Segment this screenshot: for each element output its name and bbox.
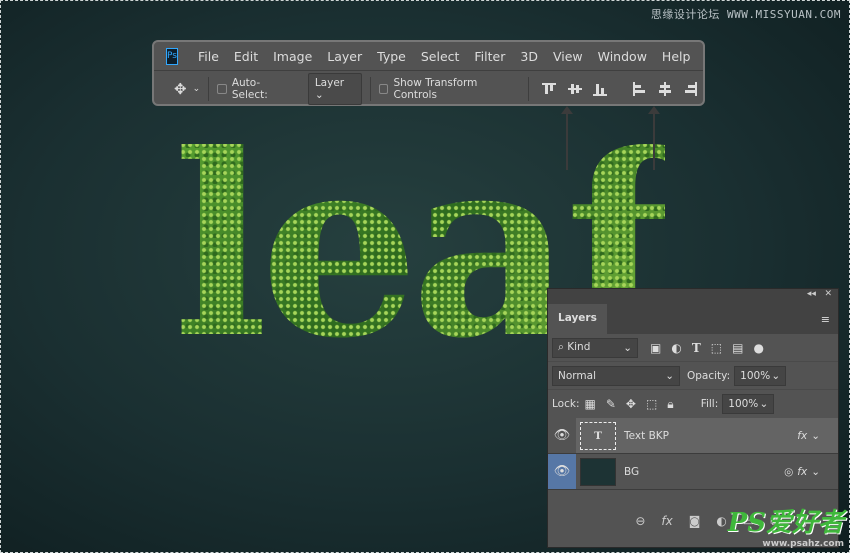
- align-bottom-icon[interactable]: [593, 82, 608, 96]
- menu-window[interactable]: Window: [598, 49, 647, 64]
- options-bar: ✥ ⌄ Auto-Select: Layer ⌄ Show Transform …: [154, 71, 703, 106]
- type-filter-icon[interactable]: T: [692, 341, 701, 355]
- collapse-icon[interactable]: ◂◂: [807, 289, 816, 299]
- shape-filter-icon[interactable]: ⬚: [711, 341, 722, 355]
- arrow-pointer: [648, 106, 660, 170]
- auto-select-label: Auto-Select:: [231, 76, 268, 101]
- opacity-label: Opacity:: [687, 369, 731, 382]
- fill-value: 100%: [728, 398, 759, 410]
- menu-select[interactable]: Select: [421, 49, 460, 64]
- menu-layer[interactable]: Layer: [327, 49, 362, 64]
- align-right-icon[interactable]: [683, 81, 698, 96]
- lock-label: Lock:: [552, 398, 580, 410]
- opacity-value: 100%: [740, 369, 771, 382]
- menu-edit[interactable]: Edit: [234, 49, 258, 64]
- move-tool-icon[interactable]: ✥: [174, 80, 187, 98]
- filter-value: Kind: [567, 341, 591, 353]
- fx-icon[interactable]: fx: [797, 430, 807, 442]
- watermark-top: 思缘设计论坛 WWW.MISSYUAN.COM: [650, 8, 841, 21]
- opacity-field[interactable]: 100% ⌄: [734, 365, 787, 386]
- visibility-eye-icon[interactable]: 👁︎: [548, 418, 576, 453]
- lock-artboard-icon[interactable]: ⬚: [646, 397, 657, 411]
- filter-kind-dropdown[interactable]: ⌕ Kind ⌄: [552, 337, 638, 358]
- align-top-icon[interactable]: [542, 82, 557, 96]
- panel-menu-icon[interactable]: ≡: [821, 313, 830, 326]
- smart-object-filter-icon[interactable]: ▤: [732, 341, 743, 355]
- close-icon[interactable]: ✕: [824, 289, 832, 299]
- ps-logo: Ps: [166, 47, 178, 65]
- pixel-filter-icon[interactable]: ▣: [650, 341, 661, 355]
- menu-file[interactable]: File: [198, 49, 219, 64]
- menu-type[interactable]: Type: [377, 49, 406, 64]
- chevron-down-icon[interactable]: ⌄: [811, 466, 820, 478]
- auto-select-checkbox[interactable]: [217, 83, 227, 94]
- chevron-down-icon[interactable]: ⌄: [193, 84, 201, 94]
- panel-header: ◂◂ ✕: [548, 289, 838, 304]
- watermark-url: www.psahz.com: [762, 539, 844, 549]
- visibility-eye-icon[interactable]: 👁︎: [548, 454, 576, 489]
- lock-transparency-icon[interactable]: ▦: [584, 397, 595, 411]
- watermark-brand: PS爱好者: [727, 508, 844, 538]
- add-style-icon[interactable]: fx: [661, 514, 672, 529]
- new-adjustment-icon[interactable]: ◐: [716, 514, 726, 529]
- add-mask-icon[interactable]: ◙: [689, 514, 701, 529]
- blend-mode-dropdown[interactable]: Normal ⌄: [552, 365, 680, 386]
- link-layers-icon[interactable]: ⊖: [635, 514, 645, 529]
- target-value: Layer: [314, 76, 345, 89]
- search-icon: ⌕: [558, 341, 564, 353]
- fx-icon[interactable]: fx: [797, 466, 807, 478]
- blending-options-icon[interactable]: ◎: [784, 466, 793, 478]
- fill-label: Fill:: [700, 398, 719, 410]
- filter-toggle-icon[interactable]: ●: [753, 341, 763, 355]
- smart-object-thumbnail: [580, 457, 616, 486]
- show-transform-checkbox[interactable]: [378, 83, 389, 94]
- align-vertical-center-icon[interactable]: [567, 82, 582, 96]
- fill-field[interactable]: 100% ⌄: [722, 394, 775, 414]
- align-left-icon[interactable]: [632, 81, 646, 96]
- menu-help[interactable]: Help: [662, 49, 691, 64]
- photoshop-toolbar: Ps File Edit Image Layer Type Select Fil…: [152, 40, 705, 106]
- chevron-down-icon: ⌄: [314, 88, 324, 101]
- menu-image[interactable]: Image: [273, 49, 312, 64]
- layer-name: BG: [624, 465, 640, 478]
- tab-layers[interactable]: Layers: [548, 304, 607, 334]
- menu-filter[interactable]: Filter: [474, 49, 505, 64]
- adjustment-filter-icon[interactable]: ◐: [671, 341, 681, 355]
- menu-bar: Ps File Edit Image Layer Type Select Fil…: [154, 42, 703, 71]
- menu-view[interactable]: View: [553, 49, 583, 64]
- menu-3d[interactable]: 3D: [520, 49, 538, 64]
- lock-pixels-icon[interactable]: ✎: [606, 397, 616, 411]
- chevron-down-icon[interactable]: ⌄: [811, 430, 820, 442]
- layer-row-bg[interactable]: 👁︎ BG ◎ fx ⌄: [548, 454, 838, 490]
- lock-all-icon[interactable]: 🔒︎: [667, 397, 673, 412]
- layer-row-text-bkp[interactable]: 👁︎ T Text BKP fx ⌄: [548, 418, 838, 454]
- blend-mode-value: Normal: [558, 369, 596, 382]
- arrow-pointer: [561, 106, 573, 170]
- layer-name: Text BKP: [624, 429, 669, 442]
- auto-select-target-dropdown[interactable]: Layer ⌄: [307, 72, 362, 105]
- lock-position-icon[interactable]: ✥: [626, 397, 636, 411]
- show-transform-label: Show Transform Controls: [393, 76, 478, 101]
- text-layer-thumbnail: T: [580, 421, 616, 450]
- align-horizontal-center-icon[interactable]: [658, 81, 672, 96]
- psahz-watermark: PS爱好者 www.psahz.com: [728, 502, 844, 549]
